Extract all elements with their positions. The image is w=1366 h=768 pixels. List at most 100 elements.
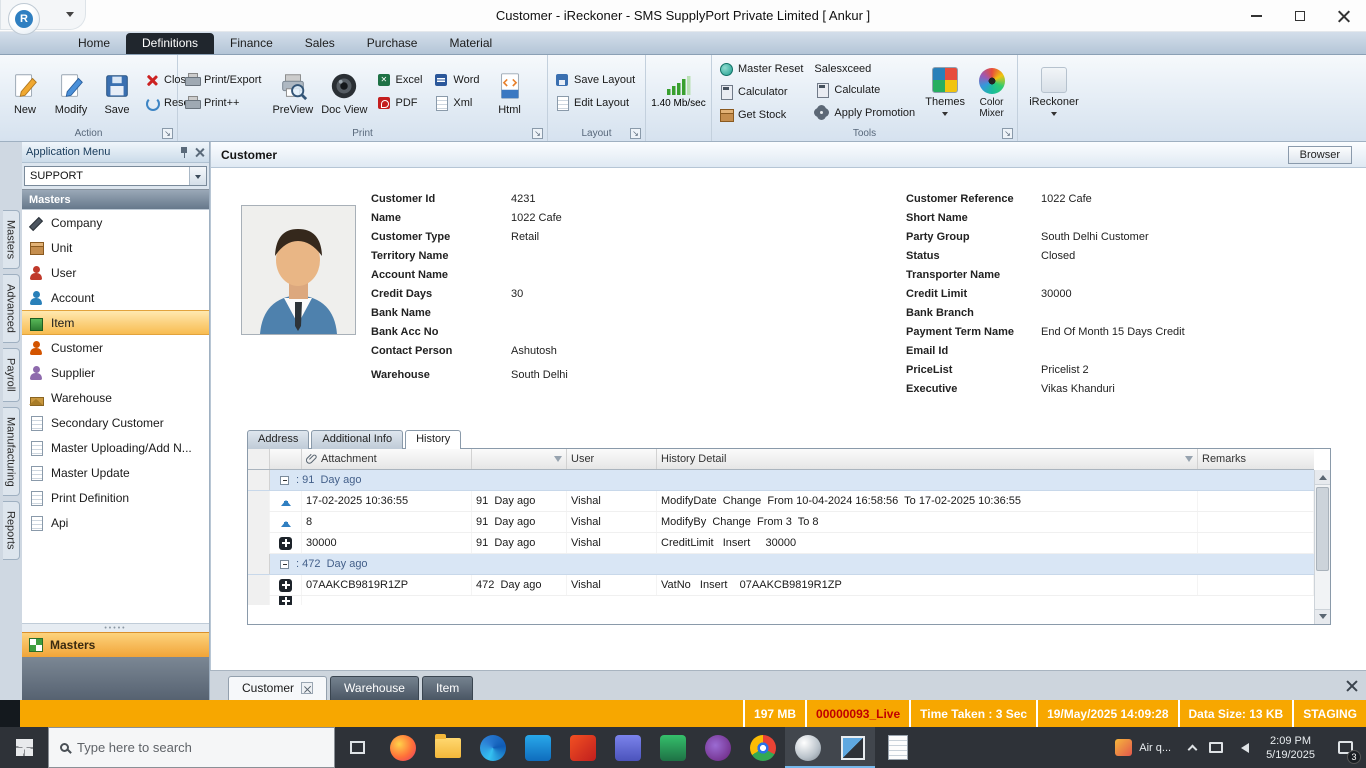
panel-resize-grip[interactable]: •••••: [22, 623, 209, 632]
restore-button[interactable]: [1278, 0, 1322, 32]
sidebar-item-warehouse[interactable]: Warehouse: [22, 385, 209, 410]
vertical-tab-masters[interactable]: Masters: [3, 210, 20, 269]
taskbar-app-ireckoner[interactable]: [785, 727, 830, 768]
news-widget-button[interactable]: Air q...: [1105, 727, 1181, 768]
salesxceed-button[interactable]: Salesxceed: [811, 61, 921, 77]
scrollbar-thumb[interactable]: [1316, 487, 1329, 571]
doc-tab-item[interactable]: Item: [422, 676, 473, 700]
grid-row[interactable]: 8 91 Day ago Vishal ModifyBy Change From…: [248, 512, 1314, 533]
tab-material[interactable]: Material: [433, 33, 508, 54]
doc-tab-customer[interactable]: Customer: [228, 676, 327, 700]
sidebar-item-secondary-customer[interactable]: Secondary Customer: [22, 410, 209, 435]
field-executive[interactable]: Vikas Khanduri: [1041, 383, 1115, 395]
start-button[interactable]: [0, 727, 48, 768]
close-panel-icon[interactable]: [195, 147, 205, 157]
new-button[interactable]: New: [3, 67, 47, 117]
tab-home[interactable]: Home: [62, 33, 126, 54]
get-stock-button[interactable]: Get Stock: [715, 105, 809, 125]
action-dialog-launcher-icon[interactable]: ↘: [162, 128, 173, 139]
ireckoner-menu-button[interactable]: iReckoner: [1026, 63, 1082, 120]
volume-icon[interactable]: [1236, 743, 1249, 753]
support-dropdown[interactable]: SUPPORT: [24, 166, 207, 186]
export-html-button[interactable]: Html: [488, 67, 532, 117]
grid-row[interactable]: 30000 91 Day ago Vishal CreditLimit Inse…: [248, 533, 1314, 554]
collapse-icon[interactable]: [280, 560, 289, 569]
minimize-button[interactable]: [1234, 0, 1278, 32]
taskbar-app-outlook[interactable]: [515, 727, 560, 768]
chevron-up-icon[interactable]: [1188, 744, 1198, 754]
sidebar-item-item[interactable]: Item: [22, 310, 209, 335]
export-pdf-button[interactable]: PDF: [373, 93, 429, 113]
vertical-tab-manufacturing[interactable]: Manufacturing: [3, 407, 20, 497]
tab-definitions[interactable]: Definitions: [126, 33, 214, 54]
export-excel-button[interactable]: Excel: [373, 70, 429, 90]
taskbar-app-chrome[interactable]: [740, 727, 785, 768]
filter-icon[interactable]: [1185, 456, 1193, 466]
grid-row[interactable]: 07AAKCB9819R1ZP 472 Day ago Vishal VatNo…: [248, 575, 1314, 596]
save-button[interactable]: Save: [95, 67, 139, 117]
grid-row[interactable]: 17-02-2025 10:36:55 91 Day ago Vishal Mo…: [248, 491, 1314, 512]
field-customer-id[interactable]: 4231: [511, 193, 535, 205]
grid-header-attachment[interactable]: Attachment: [302, 449, 472, 469]
task-view-button[interactable]: [335, 727, 380, 768]
taskbar-clock[interactable]: 2:09 PM 5/19/2025: [1257, 727, 1324, 768]
grid-group-row[interactable]: : 91 Day ago: [248, 470, 1314, 491]
sidebar-item-supplier[interactable]: Supplier: [22, 360, 209, 385]
scroll-up-button[interactable]: [1315, 470, 1330, 485]
app-logo-icon[interactable]: R: [8, 3, 40, 35]
grid-header-history-detail[interactable]: History Detail: [657, 449, 1198, 469]
grid-header-age[interactable]: [472, 449, 567, 469]
grid-header-user[interactable]: User: [567, 449, 657, 469]
search-input[interactable]: [77, 740, 287, 755]
action-center-button[interactable]: 3: [1324, 727, 1366, 768]
quick-access-caret-icon[interactable]: [66, 12, 74, 21]
field-credit-limit[interactable]: 30000: [1041, 288, 1072, 300]
display-icon[interactable]: [1209, 742, 1223, 753]
print-plus-button[interactable]: Print++: [181, 93, 267, 113]
taskbar-app-edge[interactable]: [470, 727, 515, 768]
sidebar-item-unit[interactable]: Unit: [22, 235, 209, 260]
sidebar-item-print-definition[interactable]: Print Definition: [22, 485, 209, 510]
taskbar-app-visual-studio[interactable]: [695, 727, 740, 768]
vertical-scrollbar[interactable]: [1314, 470, 1330, 624]
collapse-icon[interactable]: [280, 476, 289, 485]
save-layout-button[interactable]: Save Layout: [551, 70, 641, 90]
masters-group-header[interactable]: Masters: [22, 189, 209, 209]
field-warehouse[interactable]: South Delhi: [511, 369, 568, 381]
tab-finance[interactable]: Finance: [214, 33, 289, 54]
field-contact-person[interactable]: Ashutosh: [511, 345, 557, 357]
taskbar-app-office365[interactable]: [560, 727, 605, 768]
close-window-button[interactable]: [1322, 0, 1366, 32]
tab-purchase[interactable]: Purchase: [351, 33, 434, 54]
pin-icon[interactable]: [179, 146, 189, 158]
tools-dialog-launcher-icon[interactable]: ↘: [1002, 128, 1013, 139]
tab-additional-info[interactable]: Additional Info: [311, 430, 403, 449]
field-customer-reference[interactable]: 1022 Cafe: [1041, 193, 1092, 205]
filter-icon[interactable]: [554, 456, 562, 466]
taskbar-app-active-window[interactable]: [830, 727, 875, 768]
apply-promotion-button[interactable]: Apply Promotion: [811, 103, 921, 123]
export-word-button[interactable]: Word: [430, 70, 485, 90]
masters-bottom-button[interactable]: Masters: [22, 632, 209, 657]
taskbar-app-file-explorer[interactable]: [425, 727, 470, 768]
taskbar-app-excel[interactable]: [650, 727, 695, 768]
sidebar-item-customer[interactable]: Customer: [22, 335, 209, 360]
vertical-tab-reports[interactable]: Reports: [3, 501, 20, 560]
calculate-button[interactable]: Calculate: [811, 80, 921, 100]
export-xml-button[interactable]: Xml: [430, 93, 485, 113]
vertical-tab-payroll[interactable]: Payroll: [3, 348, 20, 402]
preview-button[interactable]: PreView: [269, 67, 316, 117]
taskbar-app-notepad[interactable]: [875, 727, 920, 768]
sidebar-item-account[interactable]: Account: [22, 285, 209, 310]
print-export-button[interactable]: Print/Export: [181, 70, 267, 90]
grid-group-row[interactable]: : 472 Day ago: [248, 554, 1314, 575]
taskbar-app-firefox[interactable]: [380, 727, 425, 768]
sidebar-item-master-update[interactable]: Master Update: [22, 460, 209, 485]
sidebar-item-company[interactable]: Company: [22, 210, 209, 235]
field-customer-type[interactable]: Retail: [511, 231, 539, 243]
taskbar-app-teams[interactable]: [605, 727, 650, 768]
field-name[interactable]: 1022 Cafe: [511, 212, 562, 224]
layout-dialog-launcher-icon[interactable]: ↘: [630, 128, 641, 139]
close-all-tabs-icon[interactable]: [1345, 679, 1358, 692]
sidebar-item-user[interactable]: User: [22, 260, 209, 285]
